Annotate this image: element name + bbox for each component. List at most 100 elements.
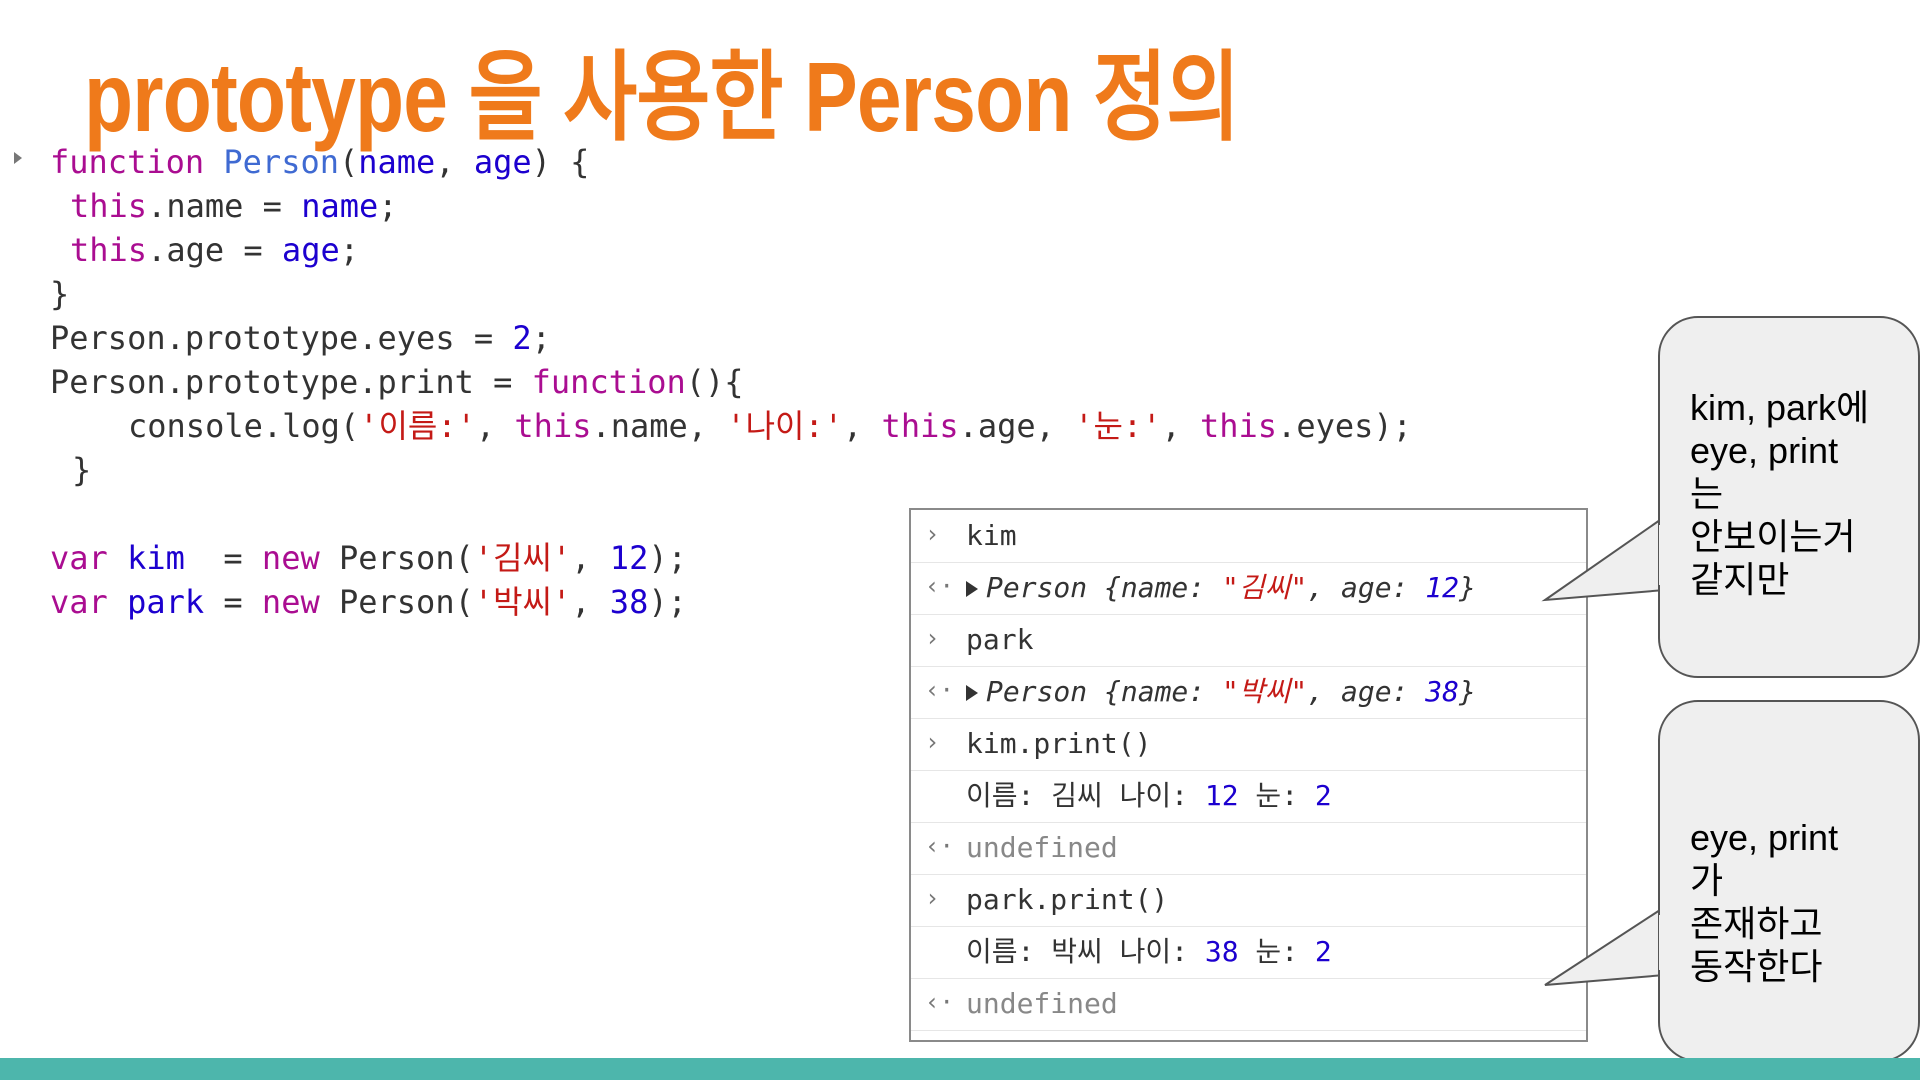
code-line-8: } (72, 451, 92, 489)
footer-accent-bar (0, 1058, 1920, 1080)
expand-triangle-icon[interactable] (966, 685, 978, 701)
console-output-row[interactable]: ‹· Person {name: "박씨", age: 38} (911, 666, 1586, 719)
console-log-row: 이름: 박씨 나이: 38 눈: 2 (911, 926, 1586, 979)
console-input-text: kim.print() (966, 727, 1152, 760)
object-text: Person {name: (986, 571, 1223, 604)
code-token: age (281, 231, 340, 269)
code-token: ( (338, 143, 359, 181)
code-token: Person.prototype.print = (50, 363, 532, 401)
code-token: Person( (319, 583, 474, 621)
console-log-text: 이름: 박씨 나이: 38 눈: 2 (966, 934, 1332, 970)
code-token: console.log( (128, 407, 360, 445)
return-arrow-icon: ‹· (925, 832, 954, 860)
code-line-4: } (50, 275, 70, 313)
console-input-row[interactable]: › kim (911, 510, 1586, 563)
code-line-5: Person.prototype.eyes = 2; (50, 316, 551, 360)
object-text: } (1459, 571, 1476, 604)
prompt-chevron-icon: › (925, 884, 940, 912)
callout-line: 동작한다 (1690, 946, 1823, 987)
log-text: 이름: 김씨 나이: (966, 779, 1205, 812)
code-token: this (881, 407, 959, 445)
console-input-text: park (966, 623, 1034, 656)
code-token: '박씨' (473, 583, 572, 621)
code-token: ); (648, 583, 687, 621)
code-token: (){ (685, 363, 744, 401)
callout-bottom-text: eye, print 가 존재하고 동작한다 (1690, 816, 1890, 988)
object-name-value: "박씨" (1222, 675, 1308, 708)
console-output-row: ‹· undefined (911, 978, 1586, 1031)
return-arrow-icon: ‹· (925, 988, 954, 1016)
object-text: , age: (1307, 571, 1426, 604)
return-arrow-icon: ‹· (925, 676, 954, 704)
code-token: .name, (591, 407, 727, 445)
slide-title: prototype 을 사용한 Person 정의 (84, 42, 1240, 152)
object-name-value: "김씨" (1222, 571, 1308, 604)
object-text: } (1459, 675, 1476, 708)
code-token: '나이:' (726, 407, 844, 445)
console-output-row: ‹· undefined (911, 822, 1586, 875)
log-number: 2 (1314, 935, 1332, 968)
code-token: , (571, 539, 610, 577)
code-token: Person( (319, 539, 474, 577)
console-input-row[interactable]: › park.print() (911, 874, 1586, 927)
console-input-row[interactable]: › park (911, 614, 1586, 667)
code-token: .age = (147, 231, 282, 269)
code-token: , (571, 583, 610, 621)
log-number: 38 (1204, 935, 1239, 968)
log-number: 2 (1314, 779, 1332, 812)
callout-line: kim, park에 (1690, 387, 1870, 428)
code-token: function (531, 363, 686, 401)
code-token: , (1161, 407, 1200, 445)
code-token: 2 (512, 319, 532, 357)
code-token: Person (223, 143, 339, 181)
console-input-text: kim (966, 519, 1017, 552)
code-token: , (475, 407, 515, 445)
code-token: = (184, 539, 262, 577)
code-token: , (435, 143, 474, 181)
code-token: this (514, 407, 592, 445)
code-token: .name = (147, 187, 302, 225)
code-token: ; (378, 187, 398, 225)
code-line-2: this.name = name; (70, 184, 398, 228)
code-token: , (843, 407, 882, 445)
console-undefined: undefined (966, 831, 1118, 864)
code-line-3: this.age = age; (70, 228, 359, 272)
object-age-value: 38 (1425, 675, 1459, 708)
callout-top-text: kim, park에 eye, print 는 안보이는거 같지만 (1690, 386, 1890, 601)
console-object[interactable]: Person {name: "김씨", age: 12} (966, 570, 1476, 606)
object-text: , age: (1307, 675, 1426, 708)
callout-line: 는 (1690, 473, 1724, 514)
return-arrow-icon: ‹· (925, 572, 954, 600)
callout-line: 가 (1690, 860, 1724, 901)
code-token: this (1199, 407, 1278, 445)
log-text: 이름: 박씨 나이: (966, 935, 1205, 968)
prompt-chevron-icon: › (925, 520, 940, 548)
object-age-value: 12 (1425, 571, 1459, 604)
console-input-row[interactable]: › kim.print() (911, 718, 1586, 771)
console-object[interactable]: Person {name: "박씨", age: 38} (966, 674, 1476, 710)
prompt-chevron-icon: › (925, 728, 940, 756)
code-token: age (473, 143, 532, 181)
code-line-1: function Person(name, age) { (50, 140, 589, 184)
log-text: 눈: (1238, 779, 1315, 812)
code-token: ) { (531, 143, 590, 181)
callout-line: eye, print (1690, 817, 1839, 858)
console-input-text: park.print() (966, 883, 1169, 916)
prompt-chevron-icon: › (925, 624, 940, 652)
code-line-7: console.log('이름:', this.name, '나이:', thi… (128, 404, 1412, 448)
console-output-row[interactable]: ‹· Person {name: "김씨", age: 12} (911, 562, 1586, 615)
code-token: 12 (609, 539, 649, 577)
expand-arrow-icon[interactable] (14, 152, 22, 164)
code-token: ; (339, 231, 359, 269)
code-token: .age, (958, 407, 1075, 445)
code-token: function (50, 143, 205, 181)
code-token: var (50, 539, 108, 577)
code-token: park (127, 583, 205, 621)
code-token: new (261, 539, 320, 577)
code-token: var (50, 583, 108, 621)
log-text: 눈: (1238, 935, 1315, 968)
code-line-9: var kim = new Person('김씨', 12); (50, 536, 687, 580)
expand-triangle-icon[interactable] (966, 581, 978, 597)
code-token: = (204, 583, 262, 621)
code-token: '이름:' (359, 407, 476, 445)
